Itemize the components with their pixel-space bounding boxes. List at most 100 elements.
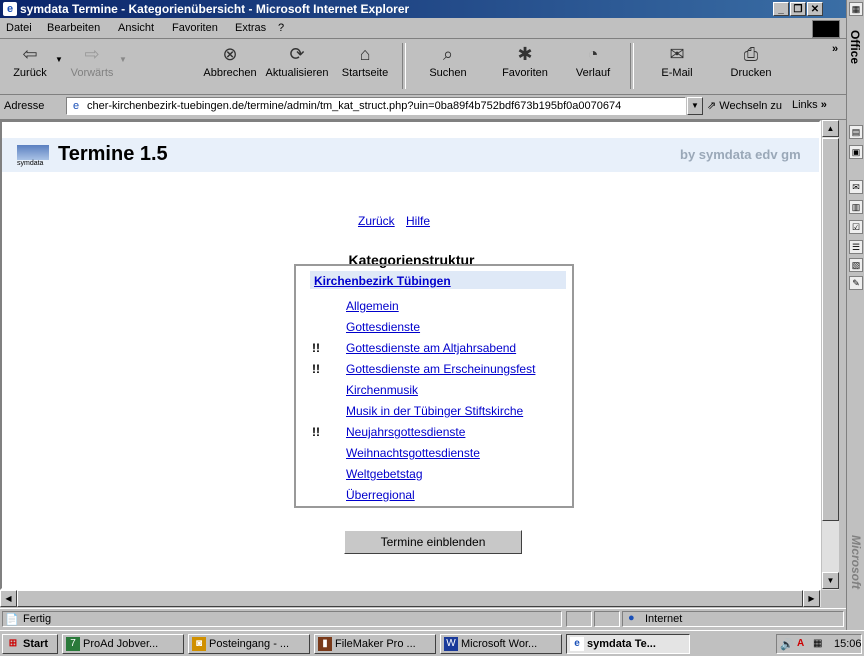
home-button[interactable]: ⌂ Startseite	[335, 43, 395, 79]
taskbar-item[interactable]: 7 ProAd Jobver...	[62, 634, 184, 654]
office-icon[interactable]: ▦	[849, 2, 863, 16]
history-button[interactable]: ◔ Verlauf	[567, 43, 619, 79]
category-marker: !!	[312, 341, 320, 355]
clock: 15:06	[834, 638, 862, 650]
menu-bar: Datei Bearbeiten Ansicht Favoriten Extra…	[0, 18, 846, 39]
menu-ansicht[interactable]: Ansicht	[118, 22, 154, 34]
category-link[interactable]: Musik in der Tübinger Stiftskirche	[346, 404, 523, 418]
print-button[interactable]: ⎙ Drucken	[725, 43, 777, 79]
zone-text: Internet	[645, 613, 683, 625]
journal-icon[interactable]: ▧	[849, 258, 863, 272]
address-bar: Adresse e cher-kirchenbezirk-tuebingen.d…	[0, 95, 846, 120]
contacts-icon[interactable]: ☰	[849, 240, 863, 254]
category-link[interactable]: Kirchenmusik	[346, 383, 418, 397]
app-title: Termine 1.5	[58, 143, 168, 165]
print-icon: ⎙	[743, 44, 759, 64]
minimize-button[interactable]: _	[773, 2, 789, 16]
scroll-up-icon[interactable]: ▲	[822, 120, 839, 137]
toolbar-separator	[402, 43, 406, 89]
toolbar: ⇦ Zurück ▼ ⇨ Vorwärts ▼ ⊗ Abbrechen ⟳ Ak…	[0, 39, 846, 95]
horizontal-scroll-thumb[interactable]	[17, 590, 803, 607]
vertical-scroll-thumb[interactable]	[822, 138, 839, 521]
back-dropdown-icon[interactable]: ▼	[55, 55, 63, 64]
favorites-button[interactable]: ✱ Favoriten	[497, 43, 553, 79]
mail-button[interactable]: ✉ E-Mail	[655, 43, 699, 79]
page-content: symdata Termine 1.5 by symdata edv gm Zu…	[0, 120, 821, 590]
horizontal-scrollbar[interactable]: ◀ ▶	[0, 590, 821, 607]
status-text-box: 📄 Fertig	[2, 611, 562, 627]
search-icon: ⌕	[442, 44, 454, 64]
taskbar-item[interactable]: W Microsoft Wor...	[440, 634, 562, 654]
go-button[interactable]: ⇗ Wechseln zu	[707, 99, 782, 112]
taskbar-item-active[interactable]: e symdata Te...	[566, 634, 690, 654]
status-text: Fertig	[23, 613, 52, 625]
notes-icon[interactable]: ✎	[849, 276, 863, 290]
refresh-icon: ⟳	[289, 44, 305, 64]
window-title: symdata Termine - Kategorienübersicht - …	[20, 2, 410, 16]
category-link[interactable]: Weltgebetstag	[346, 467, 423, 481]
vertical-scrollbar[interactable]: ▲ ▼	[821, 120, 839, 590]
show-events-button[interactable]: Termine einblenden	[344, 530, 522, 554]
menu-bearbeiten[interactable]: Bearbeiten	[47, 22, 100, 34]
title-bar[interactable]: e symdata Termine - Kategorienübersicht …	[0, 0, 846, 18]
close-button[interactable]: ✕	[807, 2, 823, 16]
menu-help[interactable]: ?	[278, 22, 284, 34]
status-bar: 📄 Fertig ● Internet	[0, 608, 846, 629]
toolbar-chevron-icon[interactable]: »	[832, 43, 838, 55]
scroll-left-icon[interactable]: ◀	[0, 590, 17, 607]
microsoft-label: Microsoft	[849, 535, 863, 589]
category-link[interactable]: Neujahrsgottesdienste	[346, 425, 465, 439]
category-marker: !!	[312, 362, 320, 376]
maximize-button[interactable]: ❐	[790, 2, 806, 16]
category-link[interactable]: Weihnachtsgottesdienste	[346, 446, 480, 460]
windows-flag-icon: ⊞	[8, 638, 18, 649]
office-app-icon[interactable]: ▤	[849, 125, 863, 139]
category-link[interactable]: Überregional	[346, 488, 415, 502]
category-link[interactable]: Allgemein	[346, 299, 399, 313]
help-link[interactable]: Hilfe	[406, 214, 430, 228]
scroll-right-icon[interactable]: ▶	[803, 590, 820, 607]
network-icon[interactable]: ▦	[813, 638, 822, 649]
speaker-icon[interactable]: 🔊	[780, 638, 794, 651]
links-chevron-icon: »	[820, 99, 827, 111]
category-link[interactable]: Gottesdienste am Altjahrsabend	[346, 341, 516, 355]
outlook-mail-icon[interactable]: ✉	[849, 180, 863, 194]
forward-button[interactable]: ⇨ Vorwärts	[68, 43, 116, 79]
windows-logo-icon	[812, 20, 840, 38]
acrobat-icon[interactable]: A	[797, 638, 804, 649]
menu-favoriten[interactable]: Favoriten	[172, 22, 218, 34]
globe-icon: ●	[628, 612, 635, 624]
category-tree: Kirchenbezirk Tübingen Allgemein Gottesd…	[294, 264, 574, 508]
address-input[interactable]: e cher-kirchenbezirk-tuebingen.de/termin…	[66, 97, 686, 115]
stop-icon: ⊗	[222, 44, 238, 64]
root-category-link[interactable]: Kirchenbezirk Tübingen	[314, 274, 451, 288]
mail-icon: ✉	[669, 44, 685, 64]
taskbar: ⊞ Start 7 ProAd Jobver... ◙ Posteingang …	[0, 630, 864, 656]
calendar-icon[interactable]: ▥	[849, 200, 863, 214]
scroll-down-icon[interactable]: ▼	[822, 572, 839, 589]
refresh-button[interactable]: ⟳ Aktualisieren	[262, 43, 332, 79]
task-icon[interactable]: ☑	[849, 220, 863, 234]
menu-extras[interactable]: Extras	[235, 22, 266, 34]
category-link[interactable]: Gottesdienste	[346, 320, 420, 334]
zone-panel: ● Internet	[622, 611, 844, 627]
outlook-icon: ◙	[192, 637, 206, 651]
root-category: Kirchenbezirk Tübingen	[310, 271, 566, 289]
office-label: Office	[848, 30, 862, 65]
menu-datei[interactable]: Datei	[6, 22, 32, 34]
office-app-icon[interactable]: ▣	[849, 145, 863, 159]
search-button[interactable]: ⌕ Suchen	[422, 43, 474, 79]
category-link[interactable]: Gottesdienste am Erscheinungsfest	[346, 362, 535, 376]
address-dropdown-icon[interactable]: ▼	[687, 97, 703, 115]
taskbar-item[interactable]: ▮ FileMaker Pro ...	[314, 634, 436, 654]
stop-button[interactable]: ⊗ Abbrechen	[200, 43, 260, 79]
forward-dropdown-icon[interactable]: ▼	[119, 55, 127, 64]
start-button[interactable]: ⊞ Start	[2, 634, 58, 654]
go-arrow-icon: ⇗	[707, 100, 717, 112]
status-panel	[594, 611, 620, 627]
taskbar-item[interactable]: ◙ Posteingang - ...	[188, 634, 310, 654]
ie-icon: e	[3, 2, 17, 16]
back-link[interactable]: Zurück	[358, 214, 395, 228]
back-button[interactable]: ⇦ Zurück	[8, 43, 52, 79]
links-button[interactable]: Links »	[792, 99, 827, 111]
